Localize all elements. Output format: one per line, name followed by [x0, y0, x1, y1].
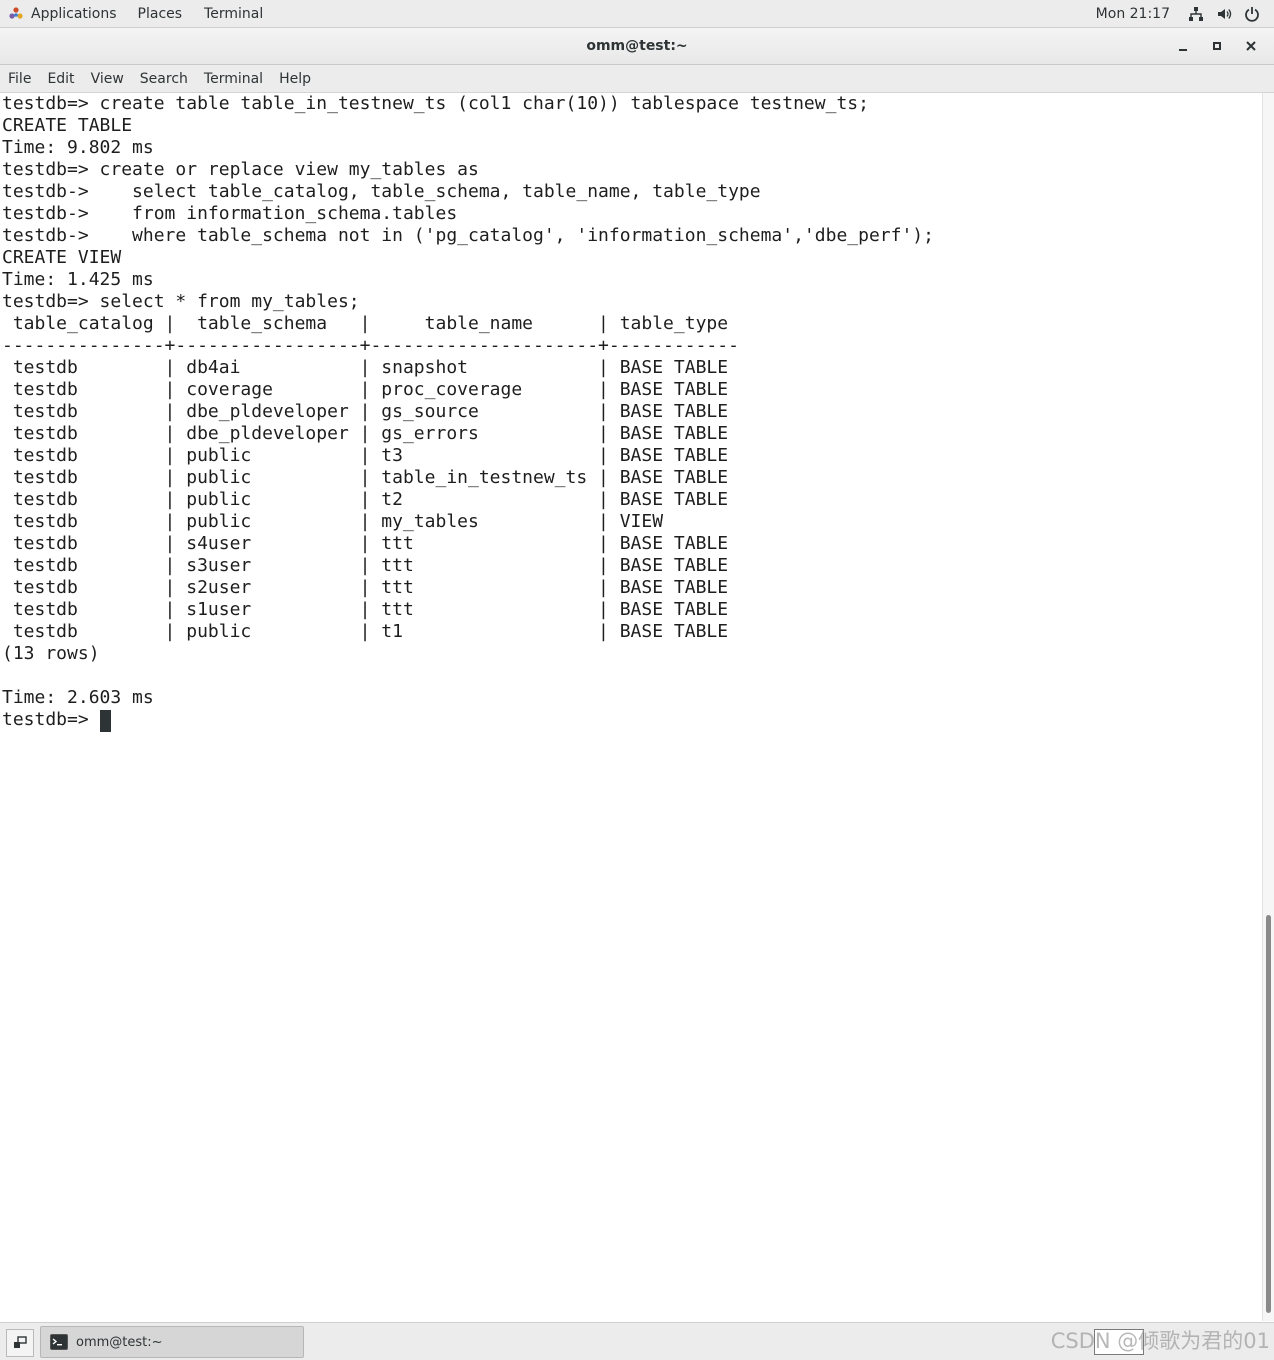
terminal-line: testdb | db4ai | snapshot | BASE TABLE	[2, 357, 729, 378]
minimize-icon	[1179, 49, 1187, 51]
network-icon[interactable]	[1188, 6, 1204, 22]
show-desktop-icon	[14, 1336, 27, 1348]
window-controls	[1166, 28, 1268, 64]
terminal-cursor	[100, 710, 111, 732]
terminal-line: Time: 2.603 ms	[2, 687, 154, 708]
volume-icon[interactable]	[1216, 6, 1232, 22]
terminal-line: testdb | s1user | ttt | BASE TABLE	[2, 599, 729, 620]
terminal-output[interactable]: testdb=> create table table_in_testnew_t…	[0, 93, 1262, 1321]
terminal-line: table_catalog | table_schema | table_nam…	[2, 313, 729, 334]
close-button[interactable]	[1234, 28, 1268, 64]
maximize-icon	[1213, 42, 1221, 50]
terminal-line: testdb-> from information_schema.tables	[2, 203, 458, 224]
terminal-line: testdb | dbe_pldeveloper | gs_source | B…	[2, 401, 729, 422]
terminal-line: testdb-> select table_catalog, table_sch…	[2, 181, 761, 202]
terminal-line: testdb | public | t1 | BASE TABLE	[2, 621, 729, 642]
window-titlebar[interactable]: omm@test:~	[0, 28, 1274, 65]
terminal-line: testdb | public | t2 | BASE TABLE	[2, 489, 729, 510]
terminal-text: testdb=> create table table_in_testnew_t…	[0, 93, 1262, 731]
terminal-line: CREATE TABLE	[2, 115, 133, 136]
terminal-line: testdb | s2user | ttt | BASE TABLE	[2, 577, 729, 598]
top-panel: Applications Places Terminal Mon 21:17	[0, 0, 1274, 28]
power-icon[interactable]	[1244, 6, 1260, 22]
applications-icon	[9, 6, 23, 19]
terminal-app-menu[interactable]: Terminal	[193, 6, 274, 22]
menu-terminal[interactable]: Terminal	[196, 71, 271, 87]
system-tray[interactable]	[1188, 6, 1274, 22]
menu-bar: File Edit View Search Terminal Help	[0, 65, 1274, 93]
terminal-line: testdb=> select * from my_tables;	[2, 291, 360, 312]
terminal-line: ---------------+-----------------+------…	[2, 335, 739, 356]
menu-help[interactable]: Help	[271, 71, 319, 87]
terminal-icon	[50, 1334, 68, 1350]
terminal-line: testdb | dbe_pldeveloper | gs_errors | B…	[2, 423, 729, 444]
taskbar-terminal-window[interactable]: omm@test:~	[40, 1326, 304, 1358]
terminal-scrollbar[interactable]	[1262, 93, 1274, 1321]
terminal-line: testdb | s4user | ttt | BASE TABLE	[2, 533, 729, 554]
terminal-line: testdb-> where table_schema not in ('pg_…	[2, 225, 934, 246]
close-icon	[1246, 41, 1256, 51]
terminal-line: testdb=>	[2, 709, 100, 730]
terminal-line: CREATE VIEW	[2, 247, 122, 268]
terminal-line: testdb=> create or replace view my_table…	[2, 159, 479, 180]
terminal-line: testdb | public | table_in_testnew_ts | …	[2, 467, 729, 488]
menu-edit[interactable]: Edit	[39, 71, 82, 87]
show-desktop-button[interactable]	[6, 1329, 34, 1357]
terminal-line: (13 rows)	[2, 643, 100, 664]
window-title: omm@test:~	[586, 38, 688, 54]
applications-label: Applications	[31, 5, 117, 22]
terminal-line: testdb | coverage | proc_coverage | BASE…	[2, 379, 729, 400]
taskbar-label: omm@test:~	[76, 1334, 163, 1350]
menu-file[interactable]: File	[0, 71, 39, 87]
watermark-text: CSDN @倾歌为君的01	[1050, 1329, 1270, 1353]
terminal-line: Time: 1.425 ms	[2, 269, 154, 290]
terminal-line: testdb | public | t3 | BASE TABLE	[2, 445, 729, 466]
places-menu[interactable]: Places	[127, 6, 194, 22]
applications-menu[interactable]: Applications	[0, 6, 127, 22]
terminal-line: Time: 9.802 ms	[2, 137, 154, 158]
menu-search[interactable]: Search	[132, 71, 196, 87]
menu-view[interactable]: View	[83, 71, 132, 87]
terminal-line: testdb | s3user | ttt | BASE TABLE	[2, 555, 729, 576]
scrollbar-thumb[interactable]	[1266, 915, 1271, 1313]
maximize-button[interactable]	[1200, 28, 1234, 64]
terminal-line: testdb=> create table table_in_testnew_t…	[2, 93, 869, 114]
bottom-panel: omm@test:~ CSDN @倾歌为君的01	[0, 1322, 1274, 1360]
minimize-button[interactable]	[1166, 28, 1200, 64]
clock[interactable]: Mon 21:17	[1096, 6, 1188, 22]
terminal-line: testdb | public | my_tables | VIEW	[2, 511, 664, 532]
